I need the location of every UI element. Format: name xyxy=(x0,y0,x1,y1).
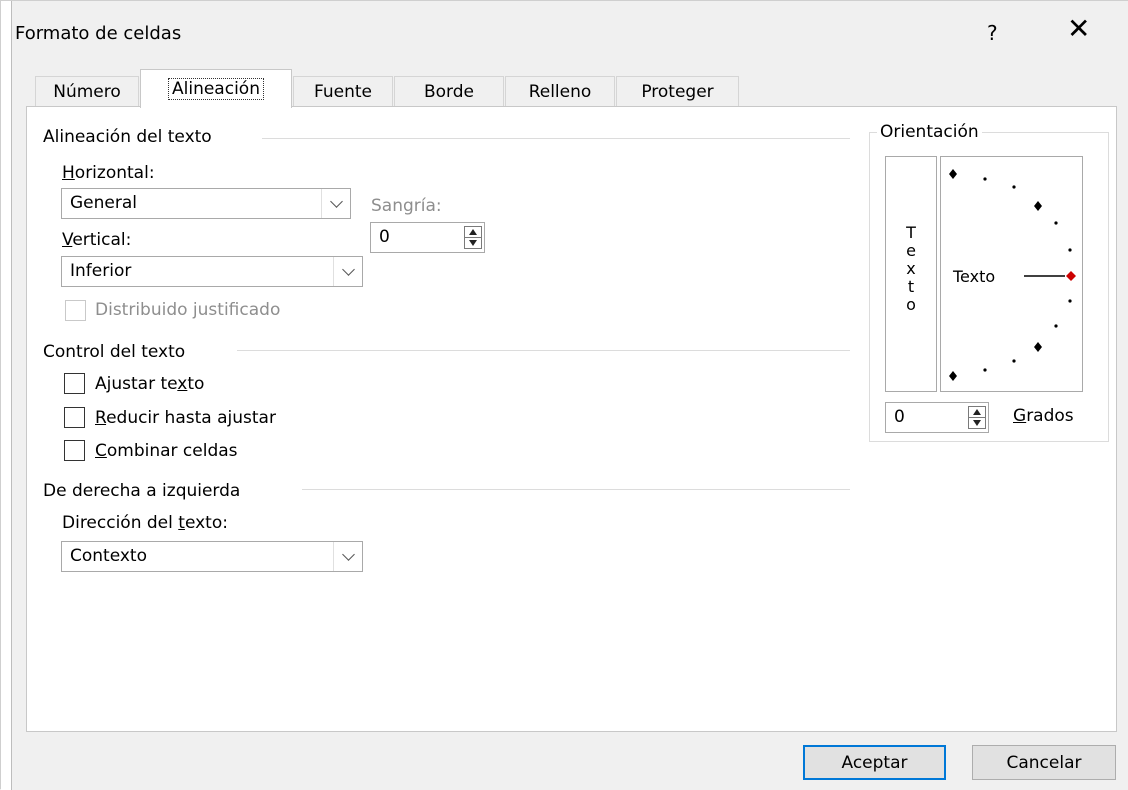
indent-value: 0 xyxy=(379,227,390,247)
distributed-checkbox[interactable] xyxy=(65,300,86,321)
wrap-text-checkbox[interactable] xyxy=(64,373,85,394)
format-cells-dialog: Formato de celdas ? ✕ Número Alineación … xyxy=(0,0,1128,790)
divider xyxy=(237,350,850,351)
tab-label: Proteger xyxy=(641,82,714,102)
chevron-down-icon[interactable] xyxy=(321,189,350,218)
divider xyxy=(302,489,850,490)
close-icon[interactable]: ✕ xyxy=(1067,15,1090,43)
shrink-to-fit-label: Reducir hasta ajustar xyxy=(95,408,276,428)
tab-numero[interactable]: Número xyxy=(35,76,139,107)
horizontal-dropdown[interactable]: General xyxy=(61,188,351,219)
degrees-spinner[interactable]: 0 xyxy=(885,402,989,433)
merge-cells-label: Combinar celdas xyxy=(95,441,238,461)
tab-proteger[interactable]: Proteger xyxy=(616,76,739,107)
tab-alineacion[interactable]: Alineación xyxy=(140,69,292,108)
divider xyxy=(262,138,850,139)
rtl-heading: De derecha a izquierda xyxy=(43,481,241,501)
vertical-char: e xyxy=(906,241,916,260)
cancel-button[interactable]: Cancelar xyxy=(972,745,1116,780)
chevron-down-icon[interactable] xyxy=(333,257,362,286)
alignment-panel: Alineación del texto Horizontal: General… xyxy=(26,106,1117,732)
text-direction-value: Contexto xyxy=(70,546,147,566)
orientation-dial[interactable]: Texto xyxy=(940,156,1083,392)
indent-label: Sangría: xyxy=(371,196,442,216)
tab-label: Número xyxy=(53,82,121,102)
help-button[interactable]: ? xyxy=(987,21,998,45)
tab-label: Borde xyxy=(423,82,474,102)
wrap-text-label: Ajustar texto xyxy=(95,374,205,394)
horizontal-label: Horizontal: xyxy=(62,163,155,183)
orientation-heading: Orientación xyxy=(877,122,982,142)
text-direction-dropdown[interactable]: Contexto xyxy=(61,541,363,572)
distributed-label: Distribuido justificado xyxy=(95,300,281,320)
dialog-title: Formato de celdas xyxy=(15,23,182,44)
text-direction-label: Dirección del texto: xyxy=(62,513,228,533)
tab-borde[interactable]: Borde xyxy=(394,76,504,107)
spreadsheet-edge xyxy=(1,1,12,790)
dial-text: Texto xyxy=(953,267,996,286)
ok-button[interactable]: Aceptar xyxy=(803,745,946,780)
text-control-heading: Control del texto xyxy=(43,342,186,362)
chevron-down-icon[interactable] xyxy=(333,542,362,571)
vertical-dropdown[interactable]: Inferior xyxy=(61,256,363,287)
indent-spinner[interactable]: 0 xyxy=(370,222,485,253)
vertical-text-toggle[interactable]: T e x t o xyxy=(885,156,937,392)
tab-label: Alineación xyxy=(168,78,264,100)
vertical-char: t xyxy=(907,277,915,296)
tab-label: Relleno xyxy=(528,82,592,102)
spinner-arrows-icon[interactable] xyxy=(968,406,986,429)
spinner-arrows-icon[interactable] xyxy=(464,226,482,249)
tab-relleno[interactable]: Relleno xyxy=(505,76,615,107)
degrees-value: 0 xyxy=(894,407,905,427)
vertical-value: Inferior xyxy=(70,261,132,281)
vertical-char: o xyxy=(906,295,916,314)
shrink-to-fit-checkbox[interactable] xyxy=(64,407,85,428)
text-alignment-heading: Alineación del texto xyxy=(43,127,212,147)
vertical-char: T xyxy=(906,223,916,242)
degrees-label: Grados xyxy=(1013,406,1074,426)
tab-label: Fuente xyxy=(314,82,372,102)
merge-cells-checkbox[interactable] xyxy=(64,440,85,461)
horizontal-value: General xyxy=(70,193,137,213)
vertical-char: x xyxy=(906,259,916,278)
vertical-label: Vertical: xyxy=(62,230,132,250)
tab-fuente[interactable]: Fuente xyxy=(293,76,393,107)
